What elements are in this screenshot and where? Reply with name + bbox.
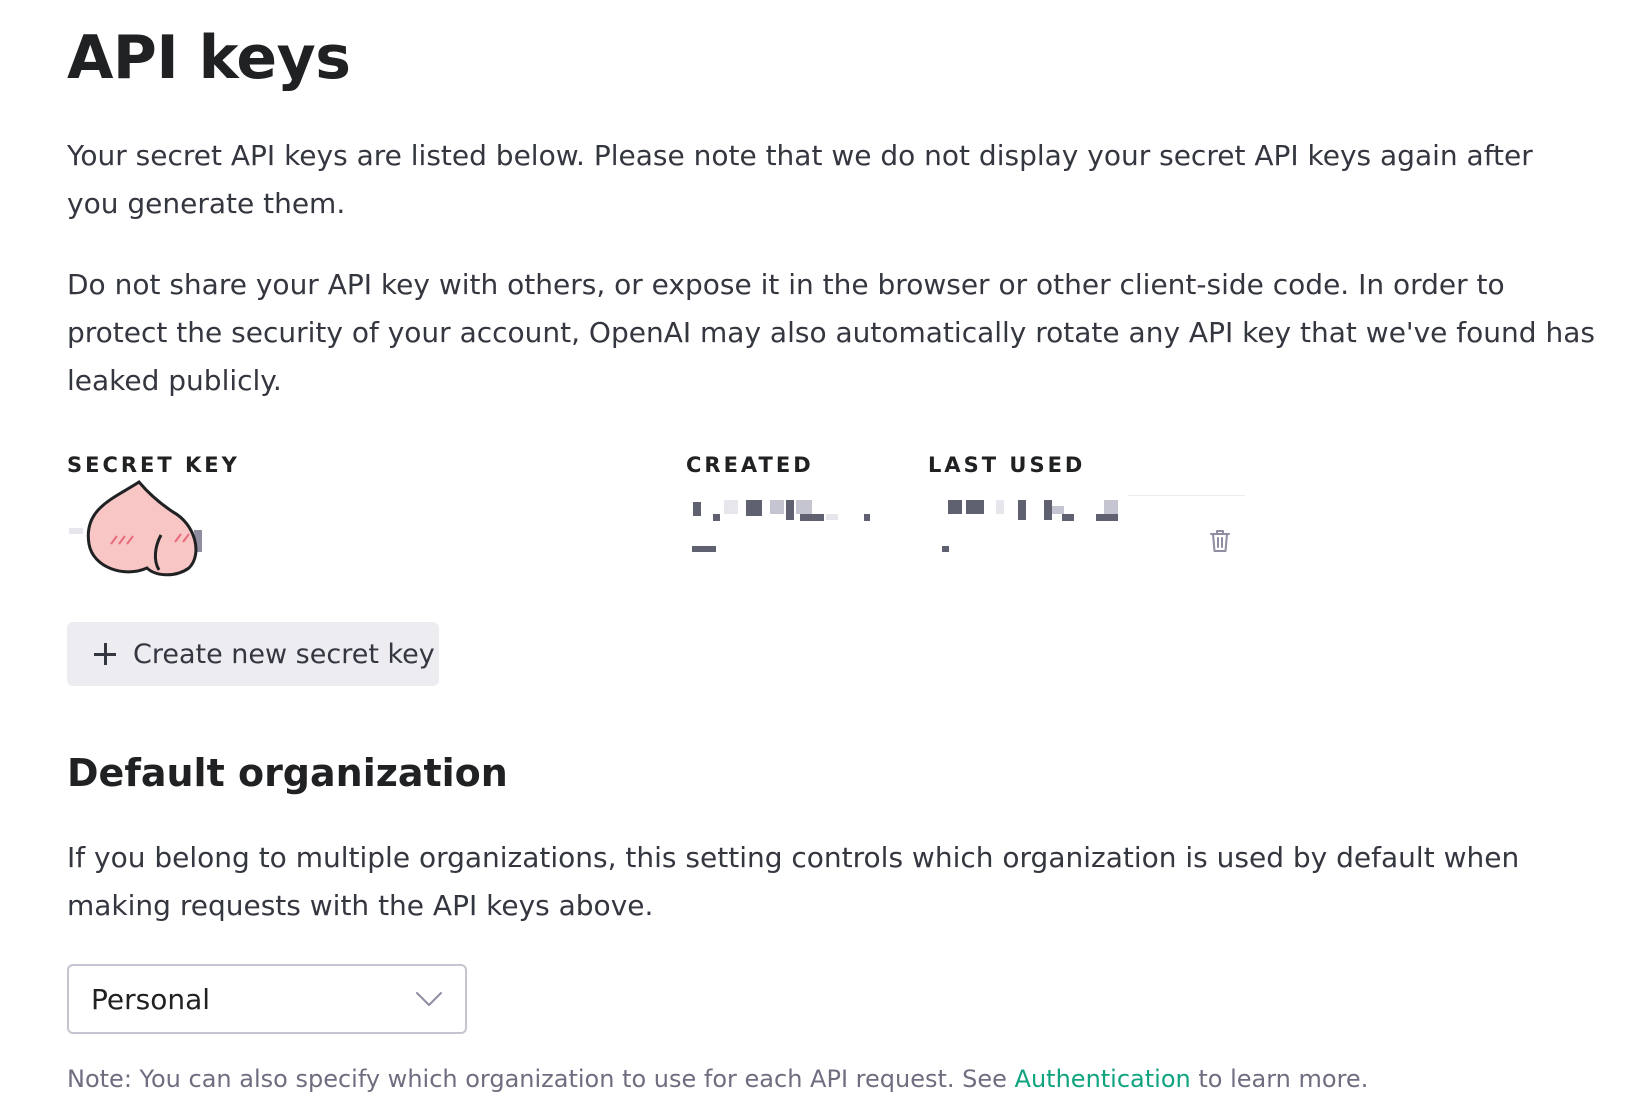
redacted-block <box>864 514 870 521</box>
redacted-block <box>1096 514 1118 521</box>
redacted-block <box>692 546 716 552</box>
organization-note: Note: You can also specify which organiz… <box>67 1062 1368 1096</box>
authentication-link[interactable]: Authentication <box>1015 1065 1191 1093</box>
redacted-block <box>786 500 794 520</box>
page-title: API keys <box>67 23 351 93</box>
redacted-block <box>996 500 1004 514</box>
table-divider <box>1128 495 1245 496</box>
redacted-block <box>1052 506 1064 514</box>
column-header-created: CREATED <box>686 453 814 477</box>
redacted-block <box>1044 500 1052 520</box>
create-new-secret-key-button[interactable]: Create new secret key <box>67 622 439 686</box>
redacted-block <box>800 514 824 521</box>
default-organization-title: Default organization <box>67 751 508 795</box>
organization-select-value: Personal <box>91 982 211 1016</box>
redacted-block <box>796 500 812 514</box>
chevron-down-icon <box>416 992 442 1006</box>
trash-icon <box>1210 530 1230 552</box>
organization-select[interactable]: Personal <box>67 964 467 1034</box>
redacted-block <box>826 514 838 520</box>
create-key-button-label: Create new secret key <box>133 638 435 670</box>
redacted-block <box>746 500 762 516</box>
column-header-last-used: LAST USED <box>928 453 1086 477</box>
table-row <box>67 478 217 578</box>
redacted-block <box>1104 500 1118 514</box>
redacted-block <box>948 500 962 514</box>
default-organization-description: If you belong to multiple organizations,… <box>67 841 1520 922</box>
plus-icon <box>93 642 117 666</box>
redacted-block <box>724 500 738 514</box>
peach-sticker-icon <box>86 480 198 577</box>
column-header-secret-key: SECRET KEY <box>67 453 240 477</box>
api-keys-page: API keys Your secret API keys are listed… <box>0 0 1628 1114</box>
redacted-block <box>1018 500 1026 520</box>
redacted-block <box>770 500 784 514</box>
note-prefix: Note: You can also specify which organiz… <box>67 1065 1007 1093</box>
delete-key-button[interactable] <box>1206 526 1234 556</box>
redacted-block <box>693 502 701 516</box>
redacted-block <box>1062 514 1074 521</box>
redacted-block <box>966 500 984 514</box>
intro-paragraph-1: Your secret API keys are listed below. P… <box>67 139 1533 220</box>
redacted-block <box>942 546 949 552</box>
redacted-block <box>713 514 720 521</box>
note-suffix: to learn more. <box>1198 1065 1369 1093</box>
intro-paragraph-2: Do not share your API key with others, o… <box>67 268 1595 397</box>
